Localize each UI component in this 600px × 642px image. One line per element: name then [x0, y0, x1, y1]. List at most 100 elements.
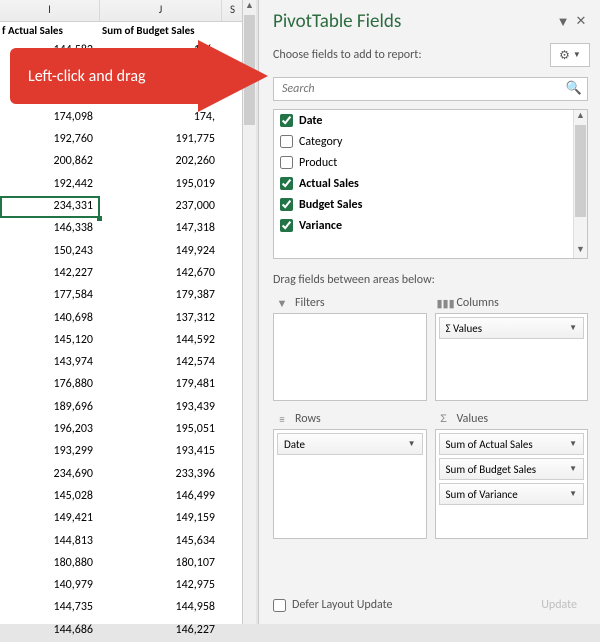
area-field-item[interactable]: Sum of Actual Sales▼	[439, 433, 585, 455]
table-row[interactable]: 193,299193,415	[0, 441, 244, 463]
close-icon[interactable]: ✕	[572, 14, 590, 29]
dropdown-icon[interactable]: ▼	[554, 14, 572, 30]
table-row[interactable]: 140,979142,975	[0, 575, 244, 597]
cell[interactable]: 137,312	[100, 308, 222, 330]
field-checkbox[interactable]	[280, 114, 293, 127]
cell[interactable]: 193,299	[0, 441, 100, 463]
cell[interactable]: 192,760	[0, 129, 100, 151]
cell[interactable]: 144,813	[0, 531, 100, 553]
cell[interactable]: 233,396	[100, 464, 222, 486]
cell[interactable]	[222, 352, 244, 374]
cell[interactable]: 146,499	[100, 486, 222, 508]
area-field-item[interactable]: Date▼	[277, 433, 423, 455]
table-row[interactable]: 176,880179,481	[0, 374, 244, 396]
pivot-col-s[interactable]	[222, 22, 244, 40]
cell[interactable]: 150,243	[0, 241, 100, 263]
cell[interactable]	[222, 597, 244, 619]
table-row[interactable]: 192,442195,019	[0, 174, 244, 196]
cell[interactable]	[222, 285, 244, 307]
cell[interactable]	[222, 196, 244, 218]
cell[interactable]: 140,979	[0, 575, 100, 597]
area-field-item[interactable]: Sum of Variance▼	[439, 483, 585, 505]
table-row[interactable]: 146,338147,318	[0, 218, 244, 240]
cell[interactable]: 180,880	[0, 553, 100, 575]
chevron-down-icon[interactable]: ▼	[569, 323, 577, 333]
cell[interactable]: 191,775	[100, 129, 222, 151]
cell[interactable]: 196,203	[0, 419, 100, 441]
field-checkbox[interactable]	[280, 156, 293, 169]
field-checkbox[interactable]	[280, 177, 293, 190]
cell[interactable]: 177,584	[0, 285, 100, 307]
cell[interactable]: 147,318	[100, 218, 222, 240]
cell[interactable]: 140,698	[0, 308, 100, 330]
cell[interactable]	[222, 553, 244, 575]
cell[interactable]: 180,107	[100, 553, 222, 575]
cell[interactable]: 195,051	[100, 419, 222, 441]
field-item[interactable]: Budget Sales	[274, 194, 573, 215]
cell[interactable]	[222, 620, 244, 642]
table-row[interactable]: 234,331237,000	[0, 196, 244, 218]
table-row[interactable]: 180,880180,107	[0, 553, 244, 575]
cell[interactable]	[222, 308, 244, 330]
cell[interactable]: 195,019	[100, 174, 222, 196]
cell[interactable]: 144,735	[0, 597, 100, 619]
field-checkbox[interactable]	[280, 219, 293, 232]
columns-area[interactable]: ▮▮▮Columns Σ Values▼	[435, 293, 589, 401]
chevron-down-icon[interactable]: ▼	[569, 439, 577, 449]
cell[interactable]: 179,387	[100, 285, 222, 307]
cell[interactable]	[222, 531, 244, 553]
chevron-down-icon[interactable]: ▼	[408, 439, 416, 449]
cell[interactable]: 189,696	[0, 397, 100, 419]
filters-area[interactable]: ▼Filters	[273, 293, 427, 401]
cell[interactable]: 193,415	[100, 441, 222, 463]
column-header-S[interactable]: S	[222, 0, 244, 21]
cell[interactable]	[222, 464, 244, 486]
cell[interactable]: 146,227	[100, 620, 222, 642]
field-item[interactable]: Variance	[274, 215, 573, 236]
cell[interactable]	[222, 241, 244, 263]
table-row[interactable]: 234,690233,396	[0, 464, 244, 486]
cell[interactable]: 142,227	[0, 263, 100, 285]
defer-layout-checkbox[interactable]	[273, 599, 286, 612]
cell[interactable]: 149,421	[0, 508, 100, 530]
scroll-down-icon[interactable]: ▼	[574, 244, 587, 258]
cell[interactable]: 144,592	[100, 330, 222, 352]
cell[interactable]: 142,670	[100, 263, 222, 285]
cell[interactable]: 144,958	[100, 597, 222, 619]
cell[interactable]	[222, 397, 244, 419]
column-header-I[interactable]: I	[0, 0, 100, 21]
cell[interactable]	[222, 151, 244, 173]
cell[interactable]	[222, 374, 244, 396]
field-item[interactable]: Category	[274, 131, 573, 152]
cell[interactable]: 149,159	[100, 508, 222, 530]
table-row[interactable]: 149,421149,159	[0, 508, 244, 530]
cell[interactable]	[222, 575, 244, 597]
field-checkbox[interactable]	[280, 135, 293, 148]
table-row[interactable]: 177,584179,387	[0, 285, 244, 307]
cell[interactable]: 200,862	[0, 151, 100, 173]
cell[interactable]: 146,338	[0, 218, 100, 240]
table-row[interactable]: 192,760191,775	[0, 129, 244, 151]
cell[interactable]: 176,880	[0, 374, 100, 396]
cell[interactable]: 237,000	[100, 196, 222, 218]
cell[interactable]: 145,120	[0, 330, 100, 352]
scroll-up-icon[interactable]: ▲	[574, 110, 587, 124]
search-input[interactable]	[273, 77, 588, 101]
cell[interactable]: 179,481	[100, 374, 222, 396]
cell[interactable]: 143,974	[0, 352, 100, 374]
cell[interactable]: 144,686	[0, 620, 100, 642]
table-row[interactable]: 200,862202,260	[0, 151, 244, 173]
table-row[interactable]: 150,243149,924	[0, 241, 244, 263]
cell[interactable]: 202,260	[100, 151, 222, 173]
cell[interactable]: 234,331	[0, 196, 100, 218]
cell[interactable]	[222, 441, 244, 463]
table-row[interactable]: 143,974142,574	[0, 352, 244, 374]
cell[interactable]: 145,028	[0, 486, 100, 508]
pivot-col-budget[interactable]: Sum of Budget Sales	[100, 22, 222, 40]
column-header-J[interactable]: J	[100, 0, 222, 21]
field-item[interactable]: Product	[274, 152, 573, 173]
area-field-item[interactable]: Σ Values▼	[439, 317, 585, 339]
chevron-down-icon[interactable]: ▼	[569, 464, 577, 474]
cell[interactable]	[222, 419, 244, 441]
field-checkbox[interactable]	[280, 198, 293, 211]
